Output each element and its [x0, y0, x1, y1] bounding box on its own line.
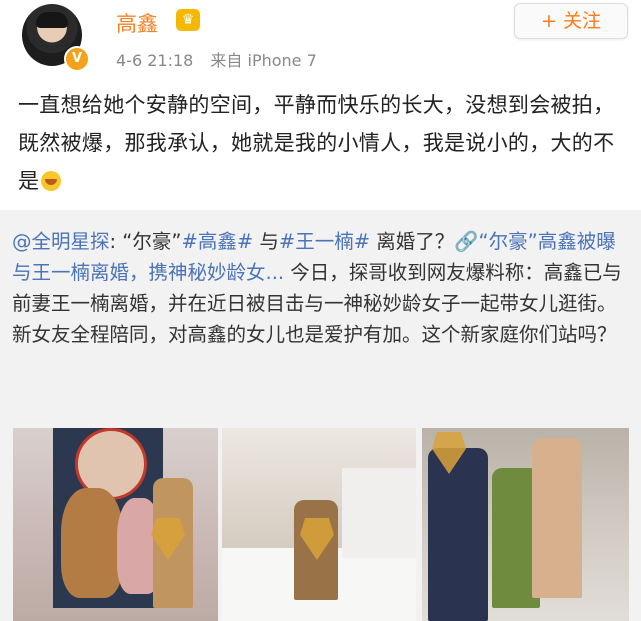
- verified-badge: V: [64, 46, 90, 72]
- hashtag-wangyinan[interactable]: #王一楠#: [279, 230, 370, 253]
- crown-icon: ♛: [176, 9, 200, 31]
- repost-text: @全明星探: “尔豪”#高鑫# 与#王一楠# 离婚了？🔗“尔豪”高鑫被曝与王一楠…: [12, 226, 628, 350]
- hashtag-gaoxin[interactable]: #高鑫#: [182, 230, 254, 253]
- repost-part2: 与: [253, 230, 279, 253]
- follow-button[interactable]: + 关注: [514, 3, 628, 39]
- person-figure-woman: [532, 438, 582, 598]
- teddy-bear: [61, 488, 123, 598]
- mention-link[interactable]: @全明星探: [12, 230, 110, 253]
- photo-3[interactable]: [422, 428, 629, 621]
- post-date: 4-6 21:18: [116, 51, 194, 70]
- repost-part1: : “尔豪”: [109, 230, 182, 253]
- post-text-content: 一直想给她个安静的空间，平静而快乐的长大，没想到会被拍，既然被爆，那我承认，她就…: [18, 93, 615, 193]
- laugh-emoji-icon: [41, 171, 62, 191]
- post-source: 来自 iPhone 7: [210, 51, 317, 70]
- shoe-shelf-right: [342, 468, 416, 558]
- person-figure-man: [428, 448, 488, 621]
- post-meta: 4-6 21:18 来自 iPhone 7: [116, 47, 329, 71]
- post-text: 一直想给她个安静的空间，平静而快乐的长大，没想到会被拍，既然被爆，那我承认，她就…: [18, 86, 624, 200]
- photo-1[interactable]: [13, 428, 218, 621]
- username[interactable]: 高鑫: [116, 8, 158, 38]
- repost-part3: 离婚了？: [370, 230, 455, 253]
- photo-2[interactable]: [222, 428, 416, 621]
